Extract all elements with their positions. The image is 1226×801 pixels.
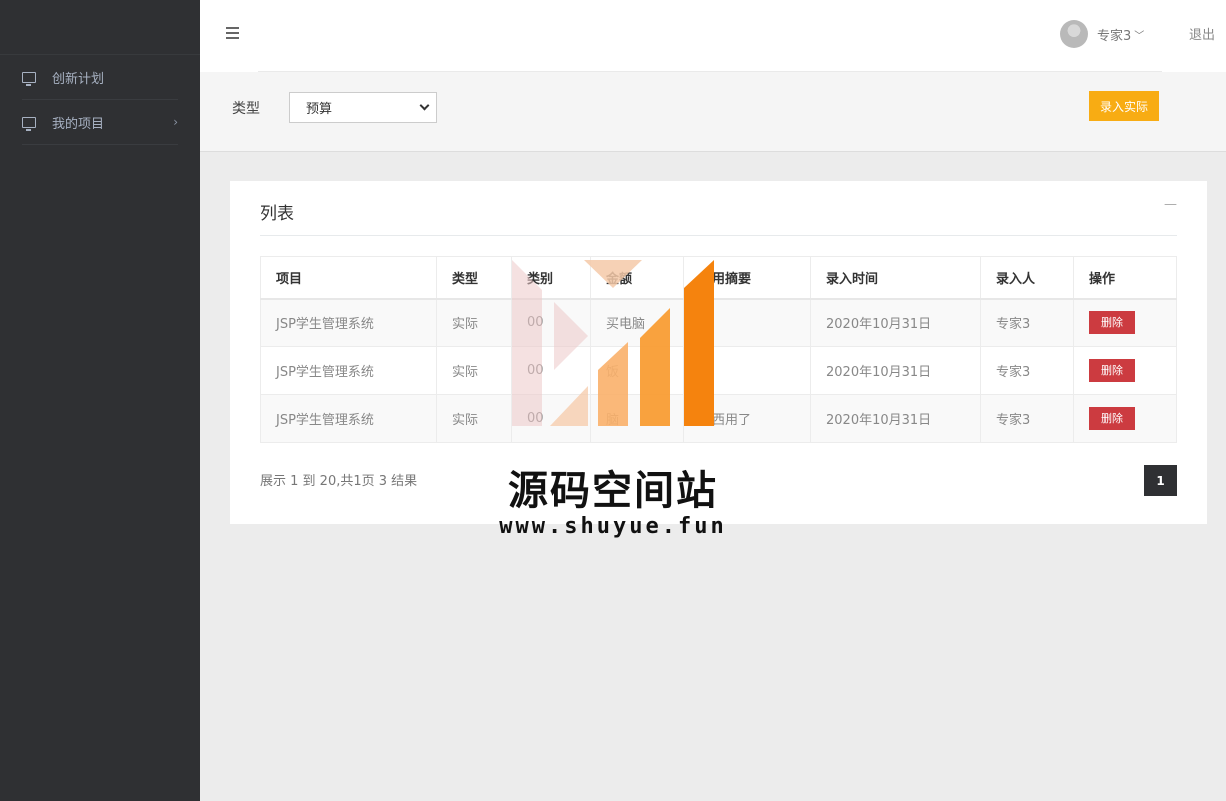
- column-header: 使用摘要: [683, 256, 811, 300]
- add-actual-button[interactable]: 录入实际: [1089, 91, 1159, 121]
- user-menu[interactable]: 专家3 ﹀: [1060, 20, 1144, 48]
- watermark-title: 源码空间站: [508, 468, 718, 514]
- cell-action: 删除: [1073, 394, 1177, 443]
- table-header-row: 项目 类型 类别 金额 使用摘要 录入时间 录入人 操作: [260, 256, 1177, 300]
- table-row: JSP学生管理系统 实际 00 买电脑 四 2020年10月31日 专家3 删除: [260, 298, 1177, 347]
- chevron-down-icon: ﹀: [1134, 30, 1145, 42]
- top-header: 专家3 ﹀ 退出: [200, 0, 1226, 72]
- cell-user: 专家3: [980, 298, 1074, 347]
- cell-summary: 东西用了: [683, 394, 811, 443]
- chevron-right-icon: ›: [173, 115, 178, 129]
- panel-title: 列表: [260, 204, 294, 224]
- cell-summary: 饭: [683, 346, 811, 395]
- delete-button[interactable]: 删除: [1089, 407, 1135, 430]
- monitor-icon: [22, 116, 36, 131]
- table-row: JSP学生管理系统 实际 00 脑 东西用了 2020年10月31日 专家3 删…: [260, 394, 1177, 443]
- sidebar: 创新计划 我的项目 ›: [0, 0, 200, 801]
- filter-bar: 类型 预算 录入实际: [200, 72, 1226, 152]
- delete-button[interactable]: 删除: [1089, 311, 1135, 335]
- column-header: 项目: [260, 256, 437, 300]
- type-filter-label: 类型: [232, 101, 260, 117]
- cell-amount: 00: [511, 346, 591, 395]
- cell-type: 实际: [436, 346, 512, 395]
- cell-user: 专家3: [980, 394, 1074, 443]
- type-select-value: 预算: [306, 102, 333, 117]
- sidebar-item-my-projects[interactable]: 我的项目 ›: [22, 100, 178, 145]
- user-name: 专家3: [1097, 28, 1132, 44]
- column-header: 录入时间: [810, 256, 981, 300]
- cell-type: 实际: [436, 298, 512, 347]
- sidebar-item-label: 创新计划: [52, 71, 105, 87]
- cell-time: 2020年10月31日: [810, 346, 981, 395]
- cell-amount: 00: [511, 394, 591, 443]
- cell-time: 2020年10月31日: [810, 394, 981, 443]
- column-header: 类型: [436, 256, 512, 300]
- watermark-url: www.shuyue.fun: [499, 514, 727, 539]
- cell-time: 2020年10月31日: [810, 298, 981, 347]
- cell-project: JSP学生管理系统: [260, 346, 437, 395]
- panel-divider: [260, 235, 1177, 236]
- cell-summary: 四: [683, 298, 811, 347]
- column-header: 金额: [590, 256, 684, 300]
- sidebar-item-label: 我的项目: [52, 116, 105, 132]
- table-row: JSP学生管理系统 实际 00 饭 饭 2020年10月31日 专家3 删除: [260, 346, 1177, 395]
- sidebar-brand-area: [0, 0, 200, 55]
- collapse-icon[interactable]: —: [1164, 197, 1177, 212]
- column-header: 操作: [1073, 256, 1177, 300]
- logout-link[interactable]: 退出: [1189, 24, 1215, 43]
- records-table: 项目 类型 类别 金额 使用摘要 录入时间 录入人 操作 JSP学生管理系统 实…: [260, 256, 1177, 443]
- column-header: 类别: [511, 256, 591, 300]
- cell-project: JSP学生管理系统: [260, 298, 437, 347]
- column-header: 录入人: [980, 256, 1074, 300]
- chevron-down-icon: [419, 100, 430, 111]
- type-select[interactable]: 预算: [289, 92, 437, 123]
- cell-project: JSP学生管理系统: [260, 394, 437, 443]
- cell-user: 专家3: [980, 346, 1074, 395]
- cell-amount: 00: [511, 298, 591, 347]
- cell-item: 买电脑: [590, 298, 684, 347]
- cell-action: 删除: [1073, 298, 1177, 347]
- cell-action: 删除: [1073, 346, 1177, 395]
- menu-toggle-icon[interactable]: [226, 27, 239, 39]
- sidebar-item-innovation-plan[interactable]: 创新计划: [22, 55, 178, 100]
- avatar: [1060, 20, 1088, 48]
- cell-type: 实际: [436, 394, 512, 443]
- monitor-icon: [22, 71, 36, 86]
- delete-button[interactable]: 删除: [1089, 359, 1135, 382]
- cell-item: 饭: [590, 346, 684, 395]
- cell-item: 脑: [590, 394, 684, 443]
